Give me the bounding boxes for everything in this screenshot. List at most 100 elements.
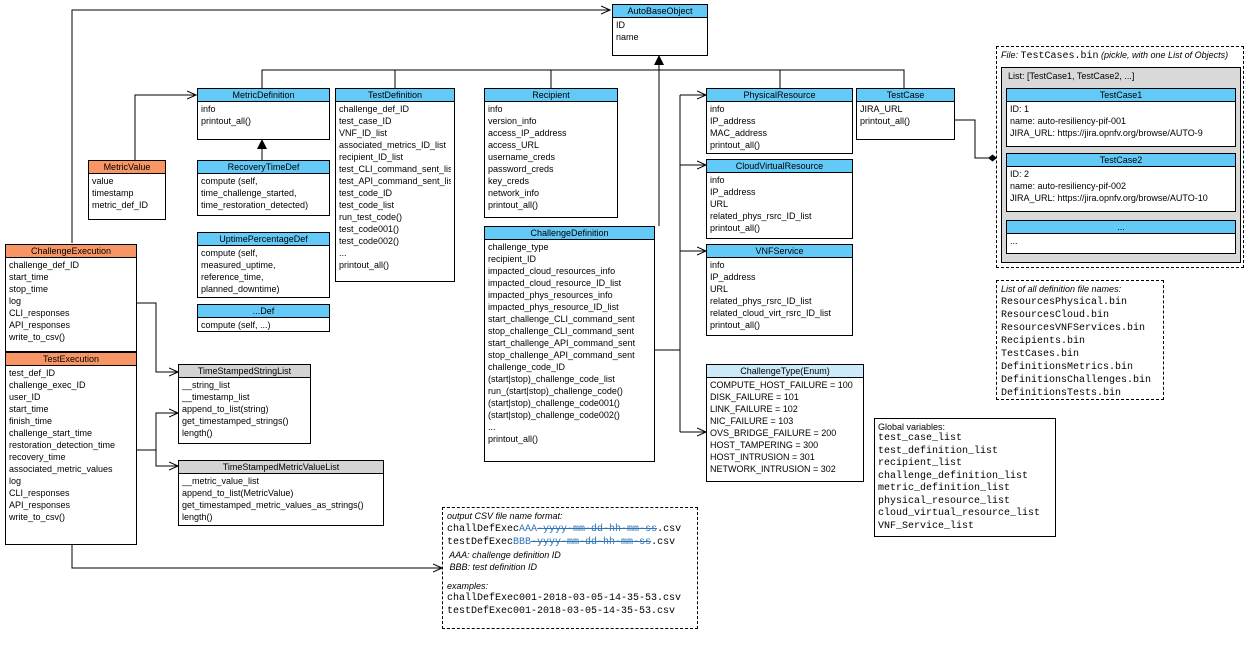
vnf-service-class: VNFService info IP_address URL related_p… (706, 244, 853, 336)
object-title: TestCase2 (1007, 154, 1235, 167)
class-field: impacted_phys_resources_info (488, 290, 613, 300)
class-field: access_URL (488, 140, 540, 150)
class-title: TestExecution (6, 353, 136, 366)
class-field: start_challenge_API_command_sent (488, 338, 636, 348)
class-title: ChallengeType(Enum) (707, 365, 863, 378)
class-field: network_info (488, 188, 540, 198)
class-field: time_restoration_detected) (201, 200, 309, 210)
test-case-class: TestCase JIRA_URL printout_all() (856, 88, 955, 140)
definition-file-name: DefinitionsMetrics.bin (1001, 361, 1134, 373)
class-title: Recipient (485, 89, 617, 102)
class-field: CLI_responses (9, 488, 70, 498)
test-definition-class: TestDefinition challenge_def_ID test_cas… (335, 88, 455, 282)
class-field: append_to_list(MetricValue) (182, 488, 294, 498)
class-field: challenge_type (488, 242, 549, 252)
class-field: user_ID (9, 392, 41, 402)
global-variable: physical_resource_list (878, 495, 1011, 507)
object-title: TestCase1 (1007, 89, 1235, 102)
class-field: CLI_responses (9, 308, 70, 318)
class-field: planned_downtime) (201, 284, 280, 294)
csv-examples-heading: examples: (447, 580, 489, 591)
class-field: (start|stop)_challenge_code001() (488, 398, 620, 408)
class-field: version_info (488, 116, 537, 126)
csv-filename-note: output CSV file name format: challDefExe… (442, 507, 698, 629)
enum-value: HOST_INTRUSION = 301 (710, 452, 815, 462)
class-title: ChallengeDefinition (485, 227, 654, 240)
class-field: stop_time (9, 284, 49, 294)
definition-files-heading: List of all definition file names: (1001, 284, 1122, 294)
class-field: challenge_def_ID (339, 104, 410, 114)
class-field: IP_address (710, 272, 756, 282)
global-variable: cloud_virtual_resource_list (878, 508, 1041, 519)
global-variable: test_case_list (878, 433, 963, 444)
class-field: API_responses (9, 320, 71, 330)
object-field: name: auto-resiliency-pif-002 (1010, 181, 1127, 191)
global-variable: VNF_Service_list (878, 520, 975, 532)
csv-id-placeholder: BBB (513, 536, 532, 548)
file-name: TestCases.bin (1020, 51, 1099, 62)
class-title: AutoBaseObject (613, 5, 707, 18)
global-variables-box: Global variables: test_case_list test_de… (874, 418, 1056, 537)
class-field: compute (self, ...) (201, 320, 271, 330)
class-field: ID (616, 20, 625, 30)
class-field: write_to_csv() (9, 512, 66, 522)
class-field: test_case_ID (339, 116, 392, 126)
class-field: printout_all() (339, 260, 390, 270)
class-field: stop_challenge_API_command_sent (488, 350, 635, 360)
enum-value: DISK_FAILURE = 101 (710, 392, 799, 402)
class-field: challenge_code_ID (488, 362, 566, 372)
testcase1-object: TestCase1 ID: 1 name: auto-resiliency-pi… (1006, 88, 1236, 147)
auto-base-object-class: AutoBaseObject ID name (612, 4, 708, 56)
class-field: associated_metric_values (9, 464, 113, 474)
object-field: ID: 2 (1010, 169, 1030, 179)
csv-ext: .csv (651, 536, 676, 548)
file-suffix: (pickle, with one List of Objects) (1098, 50, 1229, 60)
csv-aaa-legend: AAA: challenge definition ID (447, 549, 561, 560)
testcase-more-object: ... ... (1006, 220, 1236, 254)
object-field: ID: 1 (1010, 104, 1030, 114)
class-field: printout_all() (201, 116, 252, 126)
class-field: challenge_def_ID (9, 260, 80, 270)
challenge-type-enum: ChallengeType(Enum) COMPUTE_HOST_FAILURE… (706, 364, 864, 482)
csv-example: challDefExec001-2018-03-05-14-35-53.csv (447, 593, 682, 604)
class-field: compute (self, (201, 248, 258, 258)
class-title: CloudVirtualResource (707, 160, 852, 173)
csv-date-placeholder: yyyy-mm-dd-hh-mm-ss (543, 523, 658, 535)
class-field: MAC_address (710, 128, 768, 138)
physical-resource-class: PhysicalResource info IP_address MAC_add… (706, 88, 853, 154)
class-field: value (92, 176, 114, 186)
class-title: UptimePercentageDef (198, 233, 329, 246)
csv-bbb-legend: BBB: test definition ID (447, 562, 538, 572)
class-field: challenge_exec_ID (9, 380, 86, 390)
definition-file-name: ResourcesVNFServices.bin (1001, 322, 1146, 334)
definition-file-name: DefinitionsTests.bin (1001, 387, 1122, 399)
class-field: restoration_detection_time (9, 440, 116, 450)
class-field: append_to_list(string) (182, 404, 269, 414)
global-variable: metric_definition_list (878, 483, 1011, 494)
class-field: test_code002() (339, 236, 400, 246)
class-field: related_phys_rsrc_ID_list (710, 296, 812, 306)
other-def-class: ...Def compute (self, ...) (197, 304, 330, 332)
class-field: test_code001() (339, 224, 400, 234)
test-execution-class: TestExecution test_def_ID challenge_exec… (5, 352, 137, 545)
class-field: ... (339, 248, 347, 258)
metric-definition-class: MetricDefinition info printout_all() (197, 88, 330, 140)
class-field: username_creds (488, 152, 556, 162)
global-variables-heading: Global variables: (878, 422, 946, 432)
class-title: TimeStampedMetricValueList (179, 461, 383, 474)
class-field: get_timestamped_strings() (182, 416, 289, 426)
enum-value: COMPUTE_HOST_FAILURE = 100 (710, 380, 853, 390)
challenge-execution-class: ChallengeExecution challenge_def_ID star… (5, 244, 137, 352)
metric-value-class: MetricValue value timestamp metric_def_I… (88, 160, 166, 220)
class-field: start_challenge_CLI_command_sent (488, 314, 635, 324)
class-field: length() (182, 428, 213, 438)
recipient-class: Recipient info version_info access_IP_ad… (484, 88, 618, 218)
class-field: info (488, 104, 503, 114)
enum-value: HOST_TAMPERING = 300 (710, 440, 819, 450)
class-field: __timestamp_list (182, 392, 250, 402)
definition-file-name: ResourcesCloud.bin (1001, 309, 1110, 321)
class-field: (start|stop)_challenge_code_list (488, 374, 615, 384)
csv-note-heading: output CSV file name format: (447, 511, 563, 521)
class-field: key_creds (488, 176, 530, 186)
csv-prefix: testDefExec (447, 536, 514, 548)
